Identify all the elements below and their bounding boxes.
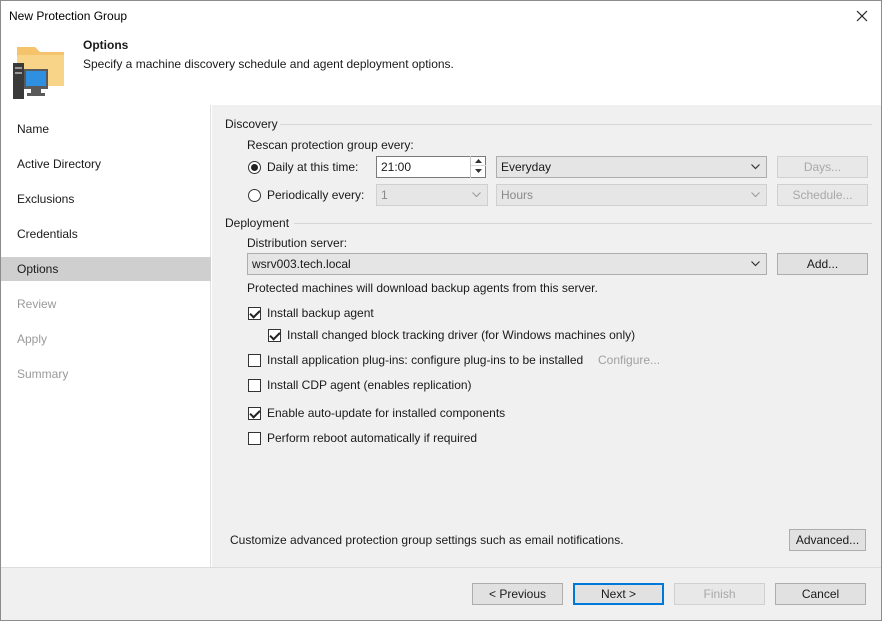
chevron-down-icon: [751, 192, 760, 198]
deployment-section-title: Deployment: [225, 216, 290, 230]
install-backup-agent-checkbox[interactable]: [248, 307, 261, 320]
periodic-value: 1: [381, 188, 388, 202]
days-button[interactable]: Days...: [777, 156, 868, 178]
advanced-button[interactable]: Advanced...: [789, 529, 866, 551]
daily-radio[interactable]: [248, 161, 261, 174]
distribution-server-select[interactable]: wsrv003.tech.local: [247, 253, 767, 275]
periodic-unit-value: Hours: [501, 188, 534, 202]
daily-time-spinner: [470, 156, 486, 178]
install-backup-agent-label[interactable]: Install backup agent: [267, 306, 374, 320]
chevron-down-icon: [751, 261, 760, 267]
title-bar: New Protection Group: [1, 1, 881, 32]
auto-update-label[interactable]: Enable auto-update for installed compone…: [267, 406, 505, 420]
wizard-footer: < Previous Next > Finish Cancel: [1, 567, 881, 620]
rescan-label: Rescan protection group every:: [247, 138, 414, 152]
configure-plugins-link[interactable]: Configure...: [598, 353, 660, 367]
periodic-label[interactable]: Periodically every:: [267, 188, 364, 202]
previous-button[interactable]: < Previous: [472, 583, 563, 605]
install-plugins-label[interactable]: Install application plug-ins: configure …: [267, 353, 583, 367]
protection-group-icon: [13, 47, 64, 99]
sidebar-item-review: Review: [17, 297, 57, 311]
sidebar-item-options[interactable]: Options: [1, 257, 211, 281]
cancel-button[interactable]: Cancel: [775, 583, 866, 605]
discovery-section-title: Discovery: [225, 117, 278, 131]
install-plugins-checkbox[interactable]: [248, 354, 261, 367]
step-title: Options: [83, 38, 129, 52]
deployment-divider: [294, 223, 872, 224]
chevron-down-icon: [472, 192, 481, 198]
next-button[interactable]: Next >: [573, 583, 664, 605]
window-title: New Protection Group: [9, 9, 128, 23]
auto-reboot-label[interactable]: Perform reboot automatically if required: [267, 431, 477, 445]
auto-reboot-checkbox[interactable]: [248, 432, 261, 445]
daily-frequency-select[interactable]: Everyday: [496, 156, 767, 178]
schedule-button[interactable]: Schedule...: [777, 184, 868, 206]
spin-up-icon: [475, 158, 482, 163]
daily-label[interactable]: Daily at this time:: [267, 160, 358, 174]
sidebar-item-apply: Apply: [17, 332, 48, 346]
time-down-button[interactable]: [471, 166, 486, 176]
install-cdp-label[interactable]: Install CDP agent (enables replication): [267, 378, 472, 392]
auto-update-checkbox[interactable]: [248, 407, 261, 420]
daily-frequency-value: Everyday: [501, 160, 552, 174]
sidebar-item-active-directory[interactable]: Active Directory: [1, 152, 211, 176]
new-protection-group-dialog: New Protection Group Options Specify a m…: [0, 0, 882, 621]
discovery-divider: [280, 124, 872, 125]
advanced-note: Customize advanced protection group sett…: [230, 533, 624, 547]
close-icon: [856, 10, 868, 22]
distribution-label: Distribution server:: [247, 236, 348, 250]
spin-down-icon: [475, 169, 482, 173]
chevron-down-icon: [751, 164, 760, 170]
sidebar-item-credentials[interactable]: Credentials: [1, 222, 211, 246]
install-cbt-driver-label[interactable]: Install changed block tracking driver (f…: [287, 328, 635, 342]
options-panel: Discovery Rescan protection group every:…: [212, 105, 881, 567]
install-cdp-checkbox[interactable]: [248, 379, 261, 392]
add-server-button[interactable]: Add...: [777, 253, 868, 275]
time-up-button[interactable]: [471, 156, 486, 166]
sidebar-item-exclusions[interactable]: Exclusions: [1, 187, 211, 211]
finish-button[interactable]: Finish: [674, 583, 765, 605]
sidebar-item-name[interactable]: Name: [1, 117, 211, 141]
wizard-header: Options Specify a machine discovery sche…: [1, 32, 881, 105]
step-description: Specify a machine discovery schedule and…: [83, 57, 454, 71]
sidebar-item-summary: Summary: [17, 367, 69, 381]
install-cbt-driver-checkbox[interactable]: [268, 329, 281, 342]
close-button[interactable]: [851, 5, 873, 27]
periodic-value-select[interactable]: 1: [376, 184, 488, 206]
periodic-radio[interactable]: [248, 189, 261, 202]
distribution-server-value: wsrv003.tech.local: [252, 257, 351, 271]
wizard-steps-sidebar: Name Active Directory Exclusions Credent…: [1, 105, 211, 567]
periodic-unit-select[interactable]: Hours: [496, 184, 767, 206]
distribution-note: Protected machines will download backup …: [247, 281, 598, 295]
